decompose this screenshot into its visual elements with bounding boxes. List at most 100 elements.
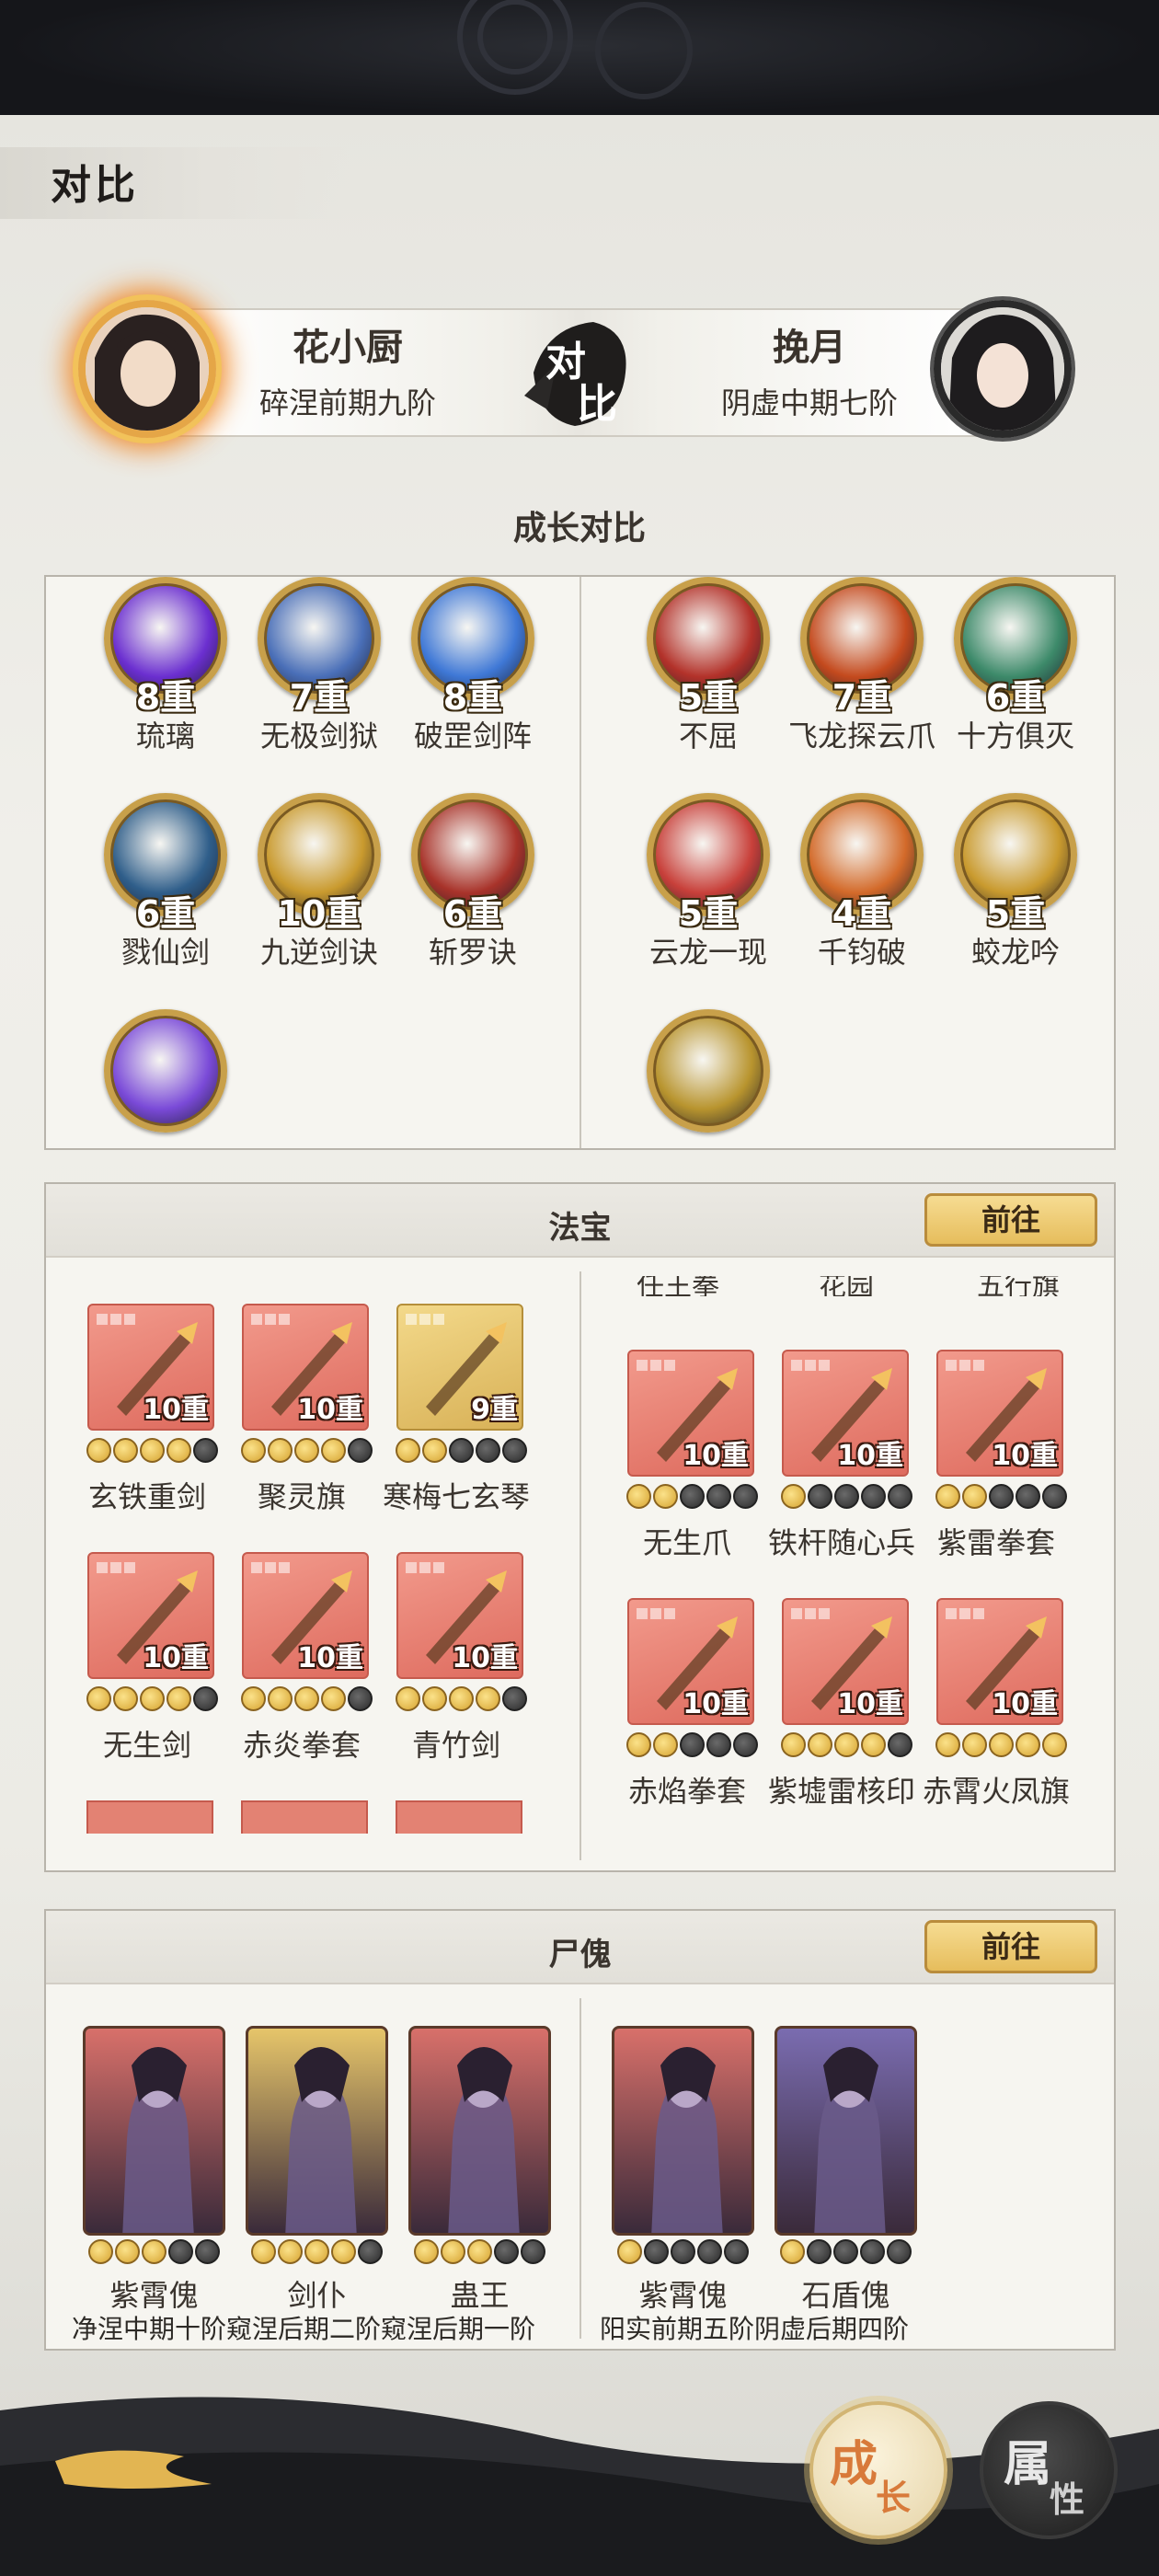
treasure-level: 10重: [452, 1642, 518, 1674]
star-filled-icon: [320, 1438, 346, 1463]
attr-tab-button[interactable]: 属 性: [980, 2401, 1118, 2539]
treasure-item[interactable]: 10重 铁杆随心兵: [763, 1350, 920, 1580]
treasure-stars: [609, 1484, 775, 1512]
star-empty-icon: [988, 1484, 1014, 1509]
panel-divider: [580, 577, 581, 1148]
treasure-name: 赤霄火凤旗: [922, 1774, 1070, 1809]
puppet-item[interactable]: 石盾傀: [765, 2026, 926, 2339]
puppet-portrait-icon: [408, 2026, 551, 2236]
star-empty-icon: [887, 2239, 912, 2264]
star-empty-icon: [192, 1686, 218, 1711]
star-filled-icon: [807, 1732, 832, 1757]
star-empty-icon: [347, 1438, 373, 1463]
star-empty-icon: [706, 1484, 731, 1509]
treasure-header: 法宝 前往: [46, 1184, 1114, 1258]
star-filled-icon: [320, 1686, 346, 1711]
treasure-item[interactable]: 10重 青竹剑: [378, 1552, 534, 1782]
star-empty-icon: [475, 1438, 500, 1463]
treasure-stars: [378, 1438, 544, 1466]
star-empty-icon: [347, 1686, 373, 1711]
star-empty-icon: [887, 1732, 912, 1757]
star-filled-icon: [625, 1484, 651, 1509]
cloud-pattern-icon: [457, 0, 693, 99]
star-filled-icon: [142, 2239, 166, 2264]
skill-icon-item[interactable]: 5重 云龙一现: [630, 793, 786, 986]
star-empty-icon: [807, 1484, 832, 1509]
treasure-item[interactable]: 10重 紫雷拳套: [918, 1350, 1074, 1580]
grow-tab-button[interactable]: 成 长: [809, 2401, 947, 2539]
skill-icon-item[interactable]: 6重 十方俱灭: [937, 577, 1094, 770]
star-filled-icon: [139, 1686, 165, 1711]
star-empty-icon: [168, 2239, 193, 2264]
treasure-stars: [378, 1686, 544, 1714]
vs-badge: 对 比: [520, 308, 639, 437]
star-filled-icon: [240, 1686, 266, 1711]
star-filled-icon: [1015, 1732, 1040, 1757]
treasure-item[interactable]: 10重 玄铁重剑: [69, 1304, 225, 1534]
star-empty-icon: [521, 2239, 545, 2264]
puppet-go-button[interactable]: 前往: [924, 1920, 1097, 1973]
skill-icon-item[interactable]: 8重 破罡剑阵: [395, 577, 551, 770]
treasure-level: 10重: [143, 1642, 209, 1674]
star-filled-icon: [833, 1732, 859, 1757]
skill-icon-item[interactable]: 10重 九逆剑诀: [241, 793, 397, 986]
skill-icon-item[interactable]: 6重 斩罗诀: [395, 793, 551, 986]
puppet-header: 尸傀 前往: [46, 1911, 1114, 1984]
skill-icon-item[interactable]: 7重 无极剑狱: [241, 577, 397, 770]
puppet-portrait-icon: [775, 2026, 917, 2236]
treasure-item[interactable]: 10重 赤霄火凤旗: [918, 1598, 1074, 1828]
skill-level: 8重: [135, 677, 196, 718]
skill-icon-item[interactable]: 6重 戮仙剑: [87, 793, 244, 986]
puppet-portrait-icon: [83, 2026, 225, 2236]
treasure-stars: [224, 1438, 389, 1466]
treasure-go-button[interactable]: 前往: [924, 1193, 1097, 1247]
star-empty-icon: [644, 2239, 669, 2264]
skill-icon-item[interactable]: 5重 蛟龙吟: [937, 793, 1094, 986]
player-right-avatar[interactable]: [934, 300, 1072, 438]
star-filled-icon: [421, 1686, 447, 1711]
star-filled-icon: [935, 1484, 960, 1509]
star-filled-icon: [395, 1686, 420, 1711]
star-filled-icon: [467, 2239, 492, 2264]
puppet-stars: [236, 2239, 397, 2268]
treasure-item[interactable]: 10重 赤焰拳套: [609, 1598, 765, 1828]
star-empty-icon: [833, 2239, 858, 2264]
skill-icon-item[interactable]: 5重 不屈: [630, 577, 786, 770]
skill-emblem-icon: [104, 1009, 227, 1133]
treasure-level: 10重: [143, 1394, 209, 1426]
skill-level: 6重: [135, 893, 196, 934]
player-left-avatar[interactable]: [78, 300, 216, 438]
treasure-item[interactable]: 10重 赤炎拳套: [224, 1552, 380, 1782]
player-right-name: 挽月: [773, 326, 846, 369]
treasure-item[interactable]: 10重 无生爪: [609, 1350, 765, 1580]
attr-char-1: 属: [1004, 2436, 1052, 2492]
treasure-card-icon: 10重: [396, 1552, 523, 1679]
star-empty-icon: [192, 1438, 218, 1463]
skill-level: 4重: [832, 893, 892, 934]
treasure-item[interactable]: 10重 紫墟雷核印: [763, 1598, 920, 1828]
star-filled-icon: [780, 2239, 805, 2264]
treasure-card-icon: 10重: [242, 1304, 369, 1431]
skill-icon-item[interactable]: 8重 琉璃: [87, 577, 244, 770]
star-filled-icon: [780, 1732, 806, 1757]
puppet-item[interactable]: 紫霄傀: [74, 2026, 235, 2339]
treasure-panel: 法宝 前往 任王拳 花园 五行旗 10重 玄铁重剑 10重 聚灵旗 9重 寒梅七玄琴 10重…: [44, 1182, 1116, 1872]
star-filled-icon: [395, 1438, 420, 1463]
skill-icon-item[interactable]: [87, 1009, 244, 1148]
puppet-stars: [602, 2239, 763, 2268]
treasure-item[interactable]: 10重 聚灵旗: [224, 1304, 380, 1534]
skill-icon-item[interactable]: [630, 1009, 786, 1148]
puppet-item[interactable]: 剑仆: [236, 2026, 397, 2339]
puppet-left-ranks: 净涅中期十阶窥涅后期二阶窥涅后期一阶: [72, 2314, 536, 2344]
skill-icon-item[interactable]: 4重 千钧破: [784, 793, 940, 986]
treasure-cut-row: [46, 1800, 580, 1834]
skill-icon-item[interactable]: 7重 飞龙探云爪: [784, 577, 940, 770]
skill-name: 破罡剑阵: [413, 719, 532, 753]
puppet-item[interactable]: 紫霄傀: [602, 2026, 763, 2339]
star-filled-icon: [961, 1484, 987, 1509]
puppet-item[interactable]: 蛊王: [399, 2026, 560, 2339]
treasure-item[interactable]: 10重 无生剑: [69, 1552, 225, 1782]
treasure-level: 10重: [683, 1440, 749, 1472]
treasure-item[interactable]: 9重 寒梅七玄琴: [378, 1304, 534, 1534]
grow-char-2: 长: [876, 2477, 912, 2518]
